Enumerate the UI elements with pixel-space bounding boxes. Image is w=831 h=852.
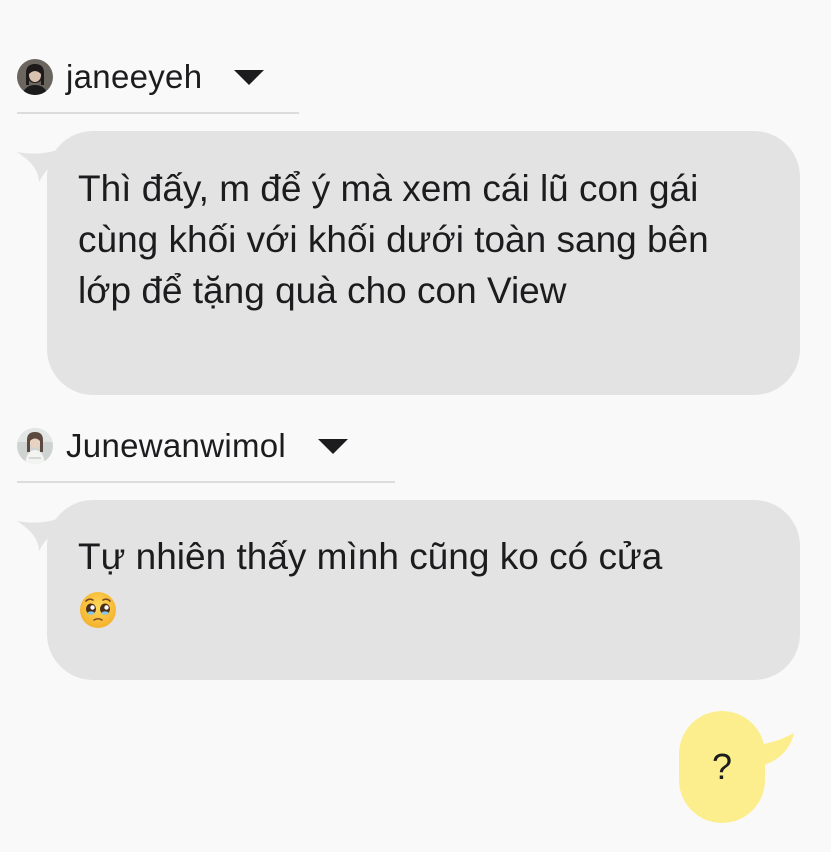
avatar-junewanwimol-image [17, 428, 53, 464]
message-bubble[interactable]: Thì đấy, m để ý mà xem cái lũ con gái cù… [47, 131, 800, 395]
avatar[interactable] [17, 59, 53, 95]
sender-header-junewanwimol[interactable]: Junewanwimol [17, 426, 349, 466]
message-text: Thì đấy, m để ý mà xem cái lũ con gái cù… [78, 168, 709, 311]
sender-name[interactable]: janeeyeh [66, 58, 202, 96]
my-message-bubble[interactable]: ? [679, 711, 765, 823]
message-text: Tự nhiên thấy mình cũng ko có cửa [78, 536, 663, 577]
pleading-face-emoji [78, 590, 118, 630]
caret-down-icon[interactable] [234, 69, 265, 85]
sender-divider [17, 481, 395, 483]
sender-header-janeeyeh[interactable]: janeeyeh [17, 57, 265, 97]
message-bubble[interactable]: Tự nhiên thấy mình cũng ko có cửa [47, 500, 800, 680]
avatar[interactable] [17, 428, 53, 464]
avatar-janeeyeh-image [17, 59, 53, 95]
caret-down-icon[interactable] [318, 438, 349, 454]
my-message-text: ? [711, 746, 733, 787]
sender-divider [17, 112, 299, 114]
sender-name[interactable]: Junewanwimol [66, 427, 286, 465]
